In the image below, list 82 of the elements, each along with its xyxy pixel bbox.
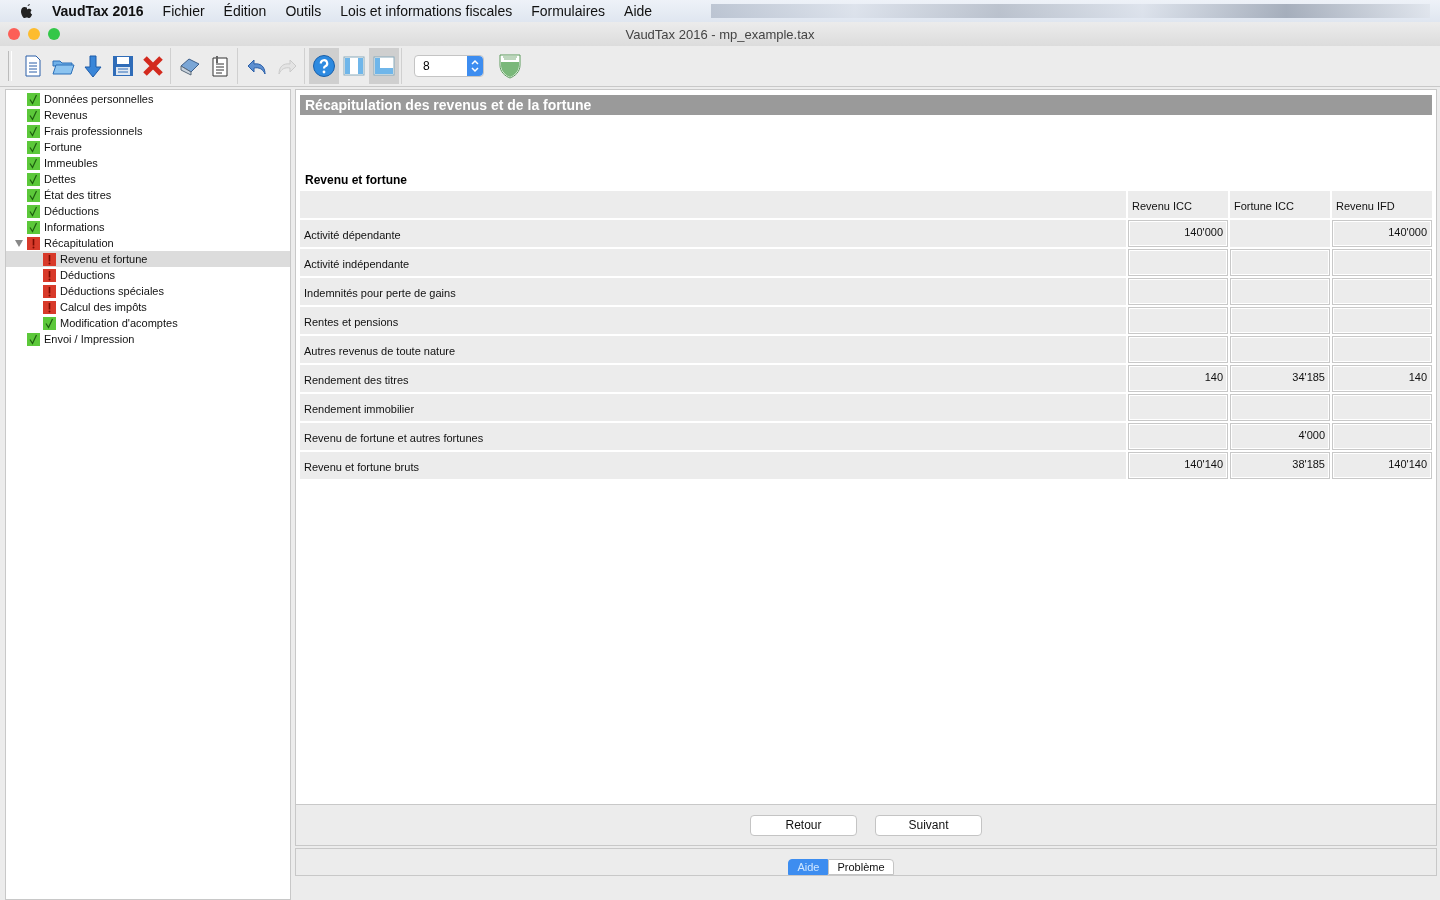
value-field[interactable]: 140'140 [1332, 452, 1432, 479]
row-label: Rendement des titres [300, 365, 1126, 392]
app-menu[interactable]: VaudTax 2016 [52, 3, 144, 19]
tree-item[interactable]: Revenu et fortune [6, 251, 290, 267]
column-header: Revenu IFD [1332, 191, 1432, 218]
toolbar-button[interactable] [369, 48, 399, 84]
value-field[interactable] [1128, 278, 1228, 305]
value-field[interactable] [1128, 394, 1228, 421]
value-field[interactable] [1128, 307, 1228, 334]
tree-item[interactable]: Fortune [6, 139, 290, 155]
value-field[interactable]: 140 [1332, 365, 1432, 392]
value-field[interactable]: 34'185 [1230, 365, 1330, 392]
menu-item[interactable]: Aide [624, 3, 653, 19]
tree-item[interactable]: Calcul des impôts [6, 299, 290, 315]
row-label: Revenu de fortune et autres fortunes [300, 423, 1126, 450]
two-column-icon [342, 54, 366, 78]
value-field[interactable] [1128, 336, 1228, 363]
row-label: Activité indépendante [300, 249, 1126, 276]
x-mark-icon [141, 54, 165, 78]
row-label: Indemnités pour perte de gains [300, 278, 1126, 305]
value-field[interactable] [1128, 249, 1228, 276]
help-icon [312, 54, 336, 78]
row-label: Activité dépendante [300, 220, 1126, 247]
menu-item[interactable]: Formulaires [531, 3, 606, 19]
row-label: Rentes et pensions [300, 307, 1126, 334]
value-field[interactable] [1332, 307, 1432, 334]
tree-item[interactable]: État des titres [6, 187, 290, 203]
tree-item[interactable]: Informations [6, 219, 290, 235]
panel-layout-icon [372, 54, 396, 78]
window-title: VaudTax 2016 - mp_example.tax [625, 26, 815, 42]
tree-item[interactable]: Déductions spéciales [6, 283, 290, 299]
value-field[interactable]: 4'000 [1230, 423, 1330, 450]
tree-item[interactable]: Immeubles [6, 155, 290, 171]
tree-item[interactable]: Frais professionnels [6, 123, 290, 139]
menu-item[interactable]: Outils [285, 3, 322, 19]
value-field[interactable]: 140'000 [1128, 220, 1228, 247]
value-field[interactable]: 140'140 [1128, 452, 1228, 479]
value-field[interactable] [1230, 394, 1330, 421]
value-field[interactable]: 140 [1128, 365, 1228, 392]
nav-button[interactable]: Suivant [875, 814, 982, 836]
stepper-icon [470, 59, 480, 73]
value-field[interactable] [1230, 307, 1330, 334]
page-title-bar: Récapitulation des revenus et de la fortune [300, 95, 1432, 115]
row-label: Rendement immobilier [300, 394, 1126, 421]
tree-item[interactable]: Envoi / Impression [6, 331, 290, 347]
shield-icon [498, 53, 522, 79]
zoom-button[interactable] [48, 28, 60, 40]
row-label: Revenu et fortune bruts [300, 452, 1126, 479]
value-field[interactable] [1128, 423, 1228, 450]
tree-item[interactable]: Dettes [6, 171, 290, 187]
disclosure-triangle-icon[interactable] [14, 238, 24, 248]
zoom-select[interactable]: 8 [414, 55, 484, 77]
value-field[interactable] [1230, 278, 1330, 305]
section-heading: Revenu et fortune [305, 173, 408, 187]
tree-item[interactable]: Modification d'acomptes [6, 315, 290, 331]
menu-item[interactable]: Lois et informations fiscales [340, 3, 513, 19]
menu-item[interactable]: Édition [223, 3, 267, 19]
tree-item[interactable]: Déductions [6, 203, 290, 219]
menu-item[interactable]: Fichier [162, 3, 205, 19]
value-field[interactable] [1230, 336, 1330, 363]
tree-item[interactable]: Revenus [6, 107, 290, 123]
down-arrow-icon [81, 54, 105, 78]
value-field[interactable] [1332, 423, 1432, 450]
value-field[interactable]: 140'000 [1332, 220, 1432, 247]
tab[interactable]: Problème [828, 859, 894, 875]
value-field[interactable] [1332, 278, 1432, 305]
toolbar-button[interactable] [309, 48, 339, 84]
value-field[interactable] [1230, 249, 1330, 276]
value-field[interactable] [1332, 249, 1432, 276]
minimize-button[interactable] [28, 28, 40, 40]
row-label: Autres revenus de toute nature [300, 336, 1126, 363]
nav-button[interactable]: Retour [750, 814, 857, 836]
value-field[interactable]: 38'185 [1230, 452, 1330, 479]
apple-icon [20, 3, 34, 19]
value-field[interactable] [1332, 336, 1432, 363]
value-field[interactable] [1332, 394, 1432, 421]
tree-item[interactable]: Données personnelles [6, 91, 290, 107]
column-header: Revenu ICC [1128, 191, 1228, 218]
close-button[interactable] [8, 28, 20, 40]
tree-item[interactable]: Récapitulation [6, 235, 290, 251]
column-header: Fortune ICC [1230, 191, 1330, 218]
tree-item[interactable]: Déductions [6, 267, 290, 283]
